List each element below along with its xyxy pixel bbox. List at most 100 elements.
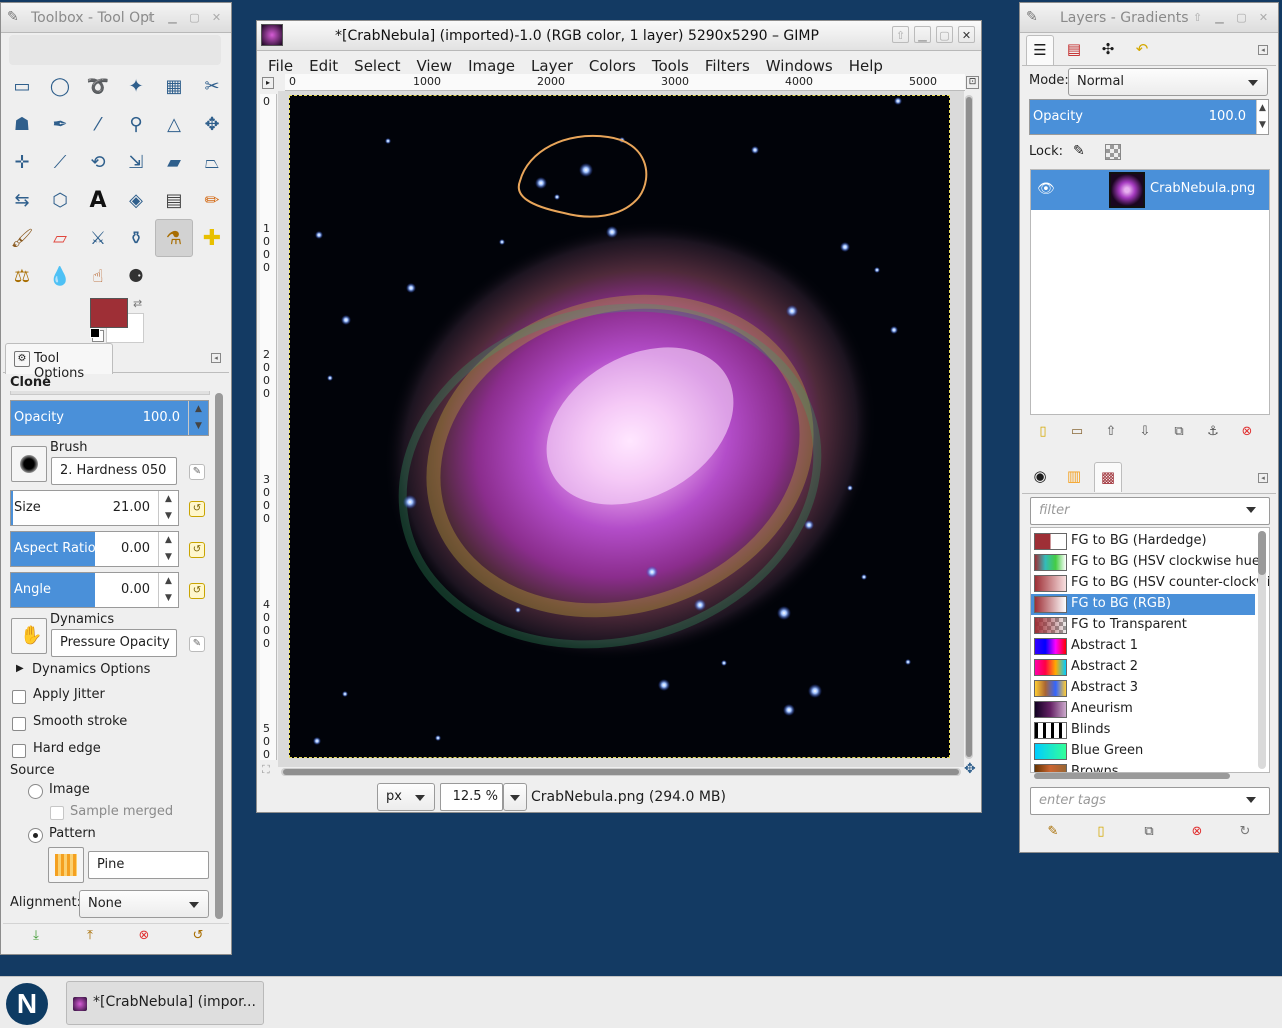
layers-dock-titlebar[interactable]: ✎ Layers - Gradients ⇧ ▁ ▢ ✕ xyxy=(1020,3,1278,33)
lock-pixels-icon[interactable]: ✎ xyxy=(1073,143,1085,159)
flip-tool-icon[interactable]: ⇆ xyxy=(3,181,41,219)
smooth-stroke-checkbox[interactable] xyxy=(12,717,26,731)
start-menu-logo[interactable]: N xyxy=(6,983,48,1025)
gradient-item[interactable]: FG to BG (HSV clockwise hue) xyxy=(1031,552,1265,573)
refresh-gradients-icon[interactable]: ↻ xyxy=(1236,823,1254,841)
new-layer-group-icon[interactable]: ▭ xyxy=(1068,423,1086,441)
shade-button[interactable]: ⇧ xyxy=(1189,9,1206,26)
toolbox-titlebar[interactable]: ✎ Toolbox - Tool Opt ⇧ ▁ ▢ ✕ xyxy=(1,3,231,33)
perspective-clone-tool-icon[interactable]: ⚖ xyxy=(3,257,41,295)
lower-layer-icon[interactable]: ⇩ xyxy=(1136,423,1154,441)
source-image-radio[interactable] xyxy=(28,784,43,799)
blend-tool-icon[interactable]: ▤ xyxy=(155,181,193,219)
angle-slider[interactable]: Angle 0.00 ▲ ▼ xyxy=(10,572,179,608)
gradient-item[interactable]: Browns xyxy=(1031,762,1255,772)
ellipse-select-tool-icon[interactable]: ◯ xyxy=(41,67,79,105)
foreground-select-tool-icon[interactable]: ☗ xyxy=(3,105,41,143)
zoom-to-fit-icon[interactable]: ⊡ xyxy=(966,76,979,89)
maximize-button[interactable]: ▢ xyxy=(936,26,953,43)
eraser-tool-icon[interactable]: ▱ xyxy=(41,219,79,257)
size-spin-arrows[interactable]: ▲ ▼ xyxy=(158,491,178,525)
perspective-tool-icon[interactable]: ⏢ xyxy=(193,143,231,181)
pattern-name-field[interactable]: Pine xyxy=(88,851,209,879)
duplicate-gradient-icon[interactable]: ⧉ xyxy=(1140,823,1158,841)
apply-jitter-checkbox[interactable] xyxy=(12,690,26,704)
paths-tool-icon[interactable]: ✒ xyxy=(41,105,79,143)
gradient-item[interactable]: Abstract 3 xyxy=(1031,678,1255,699)
delete-options-icon[interactable]: ⊗ xyxy=(135,927,153,945)
gradient-tags-input[interactable]: enter tags xyxy=(1030,787,1270,815)
sample-merged-checkbox[interactable] xyxy=(50,806,64,820)
lock-alpha-icon[interactable] xyxy=(1105,144,1121,160)
close-button[interactable]: ✕ xyxy=(958,26,975,43)
rotate-tool-icon[interactable]: ⟲ xyxy=(79,143,117,181)
aspect-ratio-spin-arrows[interactable]: ▲ ▼ xyxy=(158,532,178,566)
canvas-vertical-scrollbar[interactable] xyxy=(965,95,973,759)
expander-arrow-icon[interactable]: ▶ xyxy=(16,663,24,674)
heal-tool-icon[interactable]: ✚ xyxy=(193,219,231,257)
scissors-tool-icon[interactable]: ✂ xyxy=(193,67,231,105)
navigate-pan-icon[interactable]: ✥ xyxy=(964,761,976,777)
gradient-item[interactable]: Blue Green xyxy=(1031,741,1255,762)
edit-dynamics-icon[interactable]: ✎ xyxy=(189,636,205,652)
gradients-scrollbar[interactable] xyxy=(1258,531,1266,769)
image-canvas[interactable] xyxy=(289,95,950,758)
close-button[interactable]: ✕ xyxy=(1255,9,1272,26)
anchor-layer-icon[interactable]: ⚓ xyxy=(1204,423,1222,441)
minimize-button[interactable]: ▁ xyxy=(914,26,931,43)
reset-options-icon[interactable]: ↺ xyxy=(189,927,207,945)
gradient-item[interactable]: FG to Transparent xyxy=(1031,615,1255,636)
alignment-tool-icon[interactable]: ✛ xyxy=(3,143,41,181)
gradient-item[interactable]: Blinds xyxy=(1031,720,1255,741)
blur-sharpen-tool-icon[interactable]: 💧 xyxy=(41,257,79,295)
default-colors-icon[interactable] xyxy=(90,328,100,338)
source-pattern-radio[interactable] xyxy=(28,828,43,843)
swap-colors-icon[interactable]: ⇄ xyxy=(133,297,142,310)
new-layer-icon[interactable]: ▯ xyxy=(1034,423,1052,441)
image-window-titlebar[interactable]: *[CrabNebula] (imported)-1.0 (RGB color,… xyxy=(257,21,981,51)
shear-tool-icon[interactable]: ▰ xyxy=(155,143,193,181)
raise-layer-icon[interactable]: ⇧ xyxy=(1102,423,1120,441)
zoom-dropdown-button[interactable] xyxy=(503,783,527,811)
gradient-filter-input[interactable]: filter xyxy=(1030,497,1270,525)
foreground-color-swatch-top[interactable] xyxy=(90,298,128,328)
select-by-color-tool-icon[interactable]: ▦ xyxy=(155,67,193,105)
gradient-item[interactable]: Abstract 2 xyxy=(1031,657,1255,678)
crop-tool-icon[interactable]: ⟋ xyxy=(41,143,79,181)
text-tool-icon[interactable]: A xyxy=(79,181,117,219)
tab-tool-options[interactable]: ⚙ Tool Options xyxy=(5,343,113,381)
reset-size-icon[interactable]: ↺ xyxy=(189,501,205,517)
ink-tool-icon[interactable]: ⚱ xyxy=(117,219,155,257)
layer-name[interactable]: CrabNebula.png xyxy=(1150,181,1255,196)
gradient-item[interactable]: FG to BG (HSV counter-clockwise) xyxy=(1031,573,1269,594)
visibility-eye-icon[interactable]: 👁 xyxy=(1037,181,1055,197)
pencil-tool-icon[interactable]: ✏ xyxy=(193,181,231,219)
measure-tool-icon[interactable]: △ xyxy=(155,105,193,143)
tags-dropdown-icon[interactable] xyxy=(1246,797,1256,803)
edit-gradient-icon[interactable]: ✎ xyxy=(1044,823,1062,841)
minimize-button[interactable]: ▁ xyxy=(164,9,181,26)
reset-aspect-ratio-icon[interactable]: ↺ xyxy=(189,542,205,558)
tab-paths-icon[interactable]: ✣ xyxy=(1094,35,1122,65)
tab-patterns-icon[interactable]: ▥ xyxy=(1060,462,1088,492)
brush-preview[interactable] xyxy=(11,446,47,482)
quick-mask-menu-icon[interactable]: ▸ xyxy=(262,77,274,89)
save-options-icon[interactable]: ⤓ xyxy=(27,927,45,945)
layer-mode-select[interactable]: Normal xyxy=(1068,68,1268,96)
shade-button[interactable]: ⇧ xyxy=(142,9,159,26)
layer-row[interactable]: 👁 CrabNebula.png xyxy=(1031,170,1269,210)
opacity-slider[interactable]: Opacity 100.0 ▲ ▼ xyxy=(10,400,209,436)
tab-undo-history-icon[interactable]: ↶ xyxy=(1128,35,1156,65)
close-button[interactable]: ✕ xyxy=(208,9,225,26)
scale-tool-icon[interactable]: ⇲ xyxy=(117,143,155,181)
maximize-button[interactable]: ▢ xyxy=(186,9,203,26)
maximize-button[interactable]: ▢ xyxy=(1233,9,1250,26)
rect-select-tool-icon[interactable]: ▭ xyxy=(3,67,41,105)
dock-menu-icon[interactable]: ◂ xyxy=(211,353,221,363)
unit-select[interactable]: px xyxy=(377,783,435,811)
reset-angle-icon[interactable]: ↺ xyxy=(189,583,205,599)
zoom-tool-icon[interactable]: ⚲ xyxy=(117,105,155,143)
delete-layer-icon[interactable]: ⊗ xyxy=(1238,423,1256,441)
angle-spin-arrows[interactable]: ▲ ▼ xyxy=(158,573,178,607)
gradient-item[interactable]: FG to BG (Hardedge) xyxy=(1031,531,1255,552)
